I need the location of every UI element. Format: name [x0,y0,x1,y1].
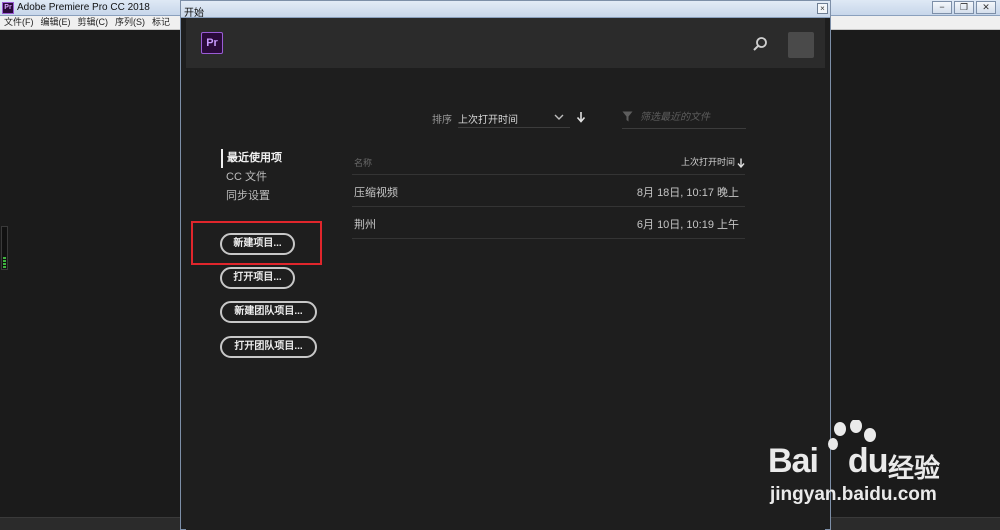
list-item-name: 荆州 [354,219,376,231]
recent-files-list: 名称 上次打开时间 压缩视频 8月 18日, 10:17 晚上 荆州 6月 10… [352,148,745,239]
minimize-button[interactable]: − [932,1,952,14]
menu-marker[interactable]: 标记 [152,16,170,29]
open-project-button[interactable]: 打开项目... [220,267,295,289]
sidebar-nav: 最近使用项 CC 文件 同步设置 [221,149,282,206]
baidu-watermark: Bai du 经验 jingyan.baidu.com [768,420,988,515]
restore-button[interactable]: ❐ [954,1,974,14]
start-dialog: 开始 × Pr 排序 上次打开时间 筛选最近的文件 最近使用项 CC 文件 同步… [180,0,831,530]
watermark-brand: Bai du [768,442,889,481]
sidebar-item-sync-settings[interactable]: 同步设置 [221,187,282,206]
filter-icon [622,111,633,122]
list-item[interactable]: 荆州 6月 10日, 10:19 上午 [352,207,745,239]
premiere-logo-icon: Pr [201,32,223,54]
column-header-last-opened[interactable]: 上次打开时间 [681,155,745,168]
sort-direction-icon[interactable] [576,111,586,123]
watermark-product: 经验 [888,453,941,483]
list-item-date: 8月 18日, 10:17 晚上 [636,187,739,199]
list-item-date: 6月 10日, 10:19 上午 [636,219,739,231]
menu-edit[interactable]: 编辑(E) [41,16,71,29]
close-button[interactable]: ✕ [976,1,996,14]
menu-sequence[interactable]: 序列(S) [115,16,145,29]
dialog-titlebar: 开始 × [181,1,830,19]
new-project-button[interactable]: 新建项目... [220,233,295,255]
menu-clip[interactable]: 剪辑(C) [78,16,109,29]
column-header-last-opened-label: 上次打开时间 [680,157,735,167]
sidebar-item-cc-files[interactable]: CC 文件 [221,168,282,187]
chevron-down-icon [554,114,564,120]
arrow-down-icon [737,158,745,168]
dialog-close-button[interactable]: × [817,3,828,14]
watermark-url: jingyan.baidu.com [770,484,937,505]
watermark-brand-main: Bai [768,442,819,480]
audio-level-meter [1,226,8,270]
dialog-header: Pr [186,18,825,68]
filter-input[interactable] [640,109,744,125]
dialog-title: 开始 [184,8,204,19]
avatar[interactable] [788,32,814,58]
sort-label: 排序 [432,115,452,126]
new-team-project-button[interactable]: 新建团队项目... [220,301,317,323]
search-icon[interactable] [752,36,768,52]
watermark-brand-suffix: du [847,442,889,480]
list-item[interactable]: 压缩视频 8月 18日, 10:17 晚上 [352,175,745,207]
open-team-project-button[interactable]: 打开团队项目... [220,336,317,358]
list-header: 名称 上次打开时间 [352,148,745,175]
window-controls: − ❐ ✕ [932,1,996,14]
menu-file[interactable]: 文件(F) [4,16,34,29]
sort-value: 上次打开时间 [458,115,518,126]
filter-field [622,106,746,129]
app-title: Adobe Premiere Pro CC 2018 [17,2,150,13]
list-item-name: 压缩视频 [354,187,398,199]
sort-dropdown[interactable]: 上次打开时间 [458,106,570,128]
premiere-app-icon: Pr [2,2,14,14]
sidebar-item-recent[interactable]: 最近使用项 [221,149,282,168]
column-header-name[interactable]: 名称 [354,156,372,169]
dialog-body: Pr 排序 上次打开时间 最近使用项 CC 文件 [186,18,825,530]
